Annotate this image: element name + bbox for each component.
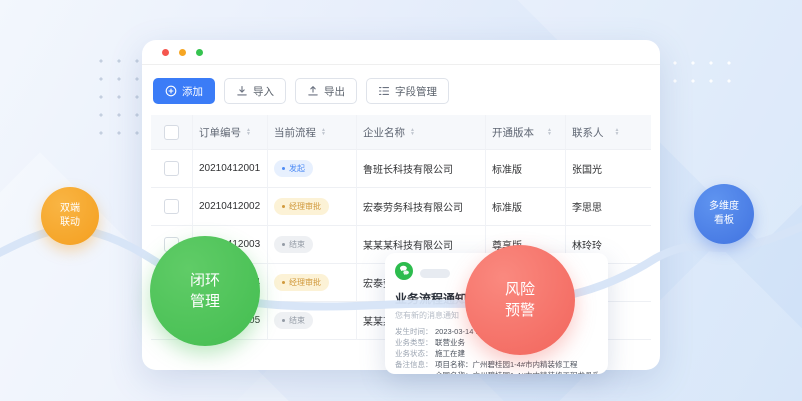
feature-badge-risk-warning: 风险 预警 [465, 245, 575, 355]
marketing-illustration: 添加 导入 导出 [0, 0, 802, 401]
column-header-contact[interactable]: 联系人 ▲▼ [566, 115, 651, 150]
notification-field: 合同名称：广州碧桂园1-4#市内精装修工程龙骨采购合同 [395, 370, 598, 374]
feature-badge-closed-loop: 闭环 管理 [150, 236, 260, 346]
window-controls [162, 49, 203, 56]
table-header-row: 订单编号 ▲▼ 当前流程 ▲▼ 企业名称 ▲▼ 开通版本 ▲▼ 联系人 ▲▼ [151, 115, 651, 150]
sort-icon[interactable]: ▲▼ [246, 128, 251, 137]
order-no-cell: 20210412001 [193, 150, 268, 188]
contact-cell: 李思思 [566, 188, 651, 226]
toolbar: 添加 导入 导出 [153, 78, 449, 104]
export-button[interactable]: 导出 [295, 78, 357, 104]
version-cell: 标准版 [486, 150, 566, 188]
sort-icon[interactable]: ▲▼ [321, 128, 326, 137]
fields-manage-button-label: 字段管理 [395, 84, 437, 99]
notification-field: 备注信息：项目名称：广州碧桂园1-4#市内精装修工程 [395, 359, 598, 370]
table-row[interactable]: 20210412001 发起 鲁班长科技有限公司 标准版 张国光 [151, 150, 651, 188]
status-dot-icon [282, 167, 285, 170]
window-minimize-icon[interactable] [179, 49, 186, 56]
contact-cell: 张国光 [566, 150, 651, 188]
flow-status-badge: 发起 [274, 160, 313, 177]
company-cell: 鲁班长科技有限公司 [357, 150, 486, 188]
company-cell: 宏泰劳务科技有限公司 [357, 188, 486, 226]
fields-manage-button[interactable]: 字段管理 [366, 78, 449, 104]
status-dot-icon [282, 243, 285, 246]
column-header-order-no[interactable]: 订单编号 ▲▼ [193, 115, 268, 150]
status-dot-icon [282, 205, 285, 208]
upload-icon [307, 85, 319, 97]
column-header-flow[interactable]: 当前流程 ▲▼ [268, 115, 357, 150]
flow-status-badge: 经理审批 [274, 274, 329, 291]
row-checkbox[interactable] [164, 199, 179, 214]
version-cell: 标准版 [486, 188, 566, 226]
status-dot-icon [282, 281, 285, 284]
list-icon [378, 85, 390, 97]
row-checkbox[interactable] [164, 161, 179, 176]
order-no-cell: 20210412002 [193, 188, 268, 226]
sort-icon[interactable]: ▲▼ [615, 128, 620, 137]
download-icon [236, 85, 248, 97]
import-button[interactable]: 导入 [224, 78, 286, 104]
flow-status-badge: 经理审批 [274, 198, 329, 215]
sort-icon[interactable]: ▲▼ [410, 128, 415, 137]
feature-badge-dual-linkage: 双端 联动 [41, 187, 99, 245]
feature-badge-multi-dashboard: 多维度 看板 [694, 184, 754, 244]
column-header-version[interactable]: 开通版本 ▲▼ [486, 115, 566, 150]
export-button-label: 导出 [324, 84, 345, 99]
status-dot-icon [282, 319, 285, 322]
wechat-icon [395, 262, 413, 285]
column-header-company[interactable]: 企业名称 ▲▼ [357, 115, 486, 150]
flow-status-badge: 结束 [274, 236, 313, 253]
window-divider [142, 64, 660, 65]
window-maximize-icon[interactable] [196, 49, 203, 56]
sort-icon[interactable]: ▲▼ [547, 128, 552, 137]
add-button-label: 添加 [182, 84, 203, 99]
plus-circle-icon [165, 85, 177, 97]
window-close-icon[interactable] [162, 49, 169, 56]
flow-status-badge: 结束 [274, 312, 313, 329]
dot-grid-decoration [666, 54, 738, 92]
select-all-checkbox[interactable] [164, 125, 179, 140]
sender-placeholder [420, 269, 450, 278]
add-button[interactable]: 添加 [153, 78, 215, 104]
import-button-label: 导入 [253, 84, 274, 99]
table-row[interactable]: 20210412002 经理审批 宏泰劳务科技有限公司 标准版 李思思 [151, 188, 651, 226]
